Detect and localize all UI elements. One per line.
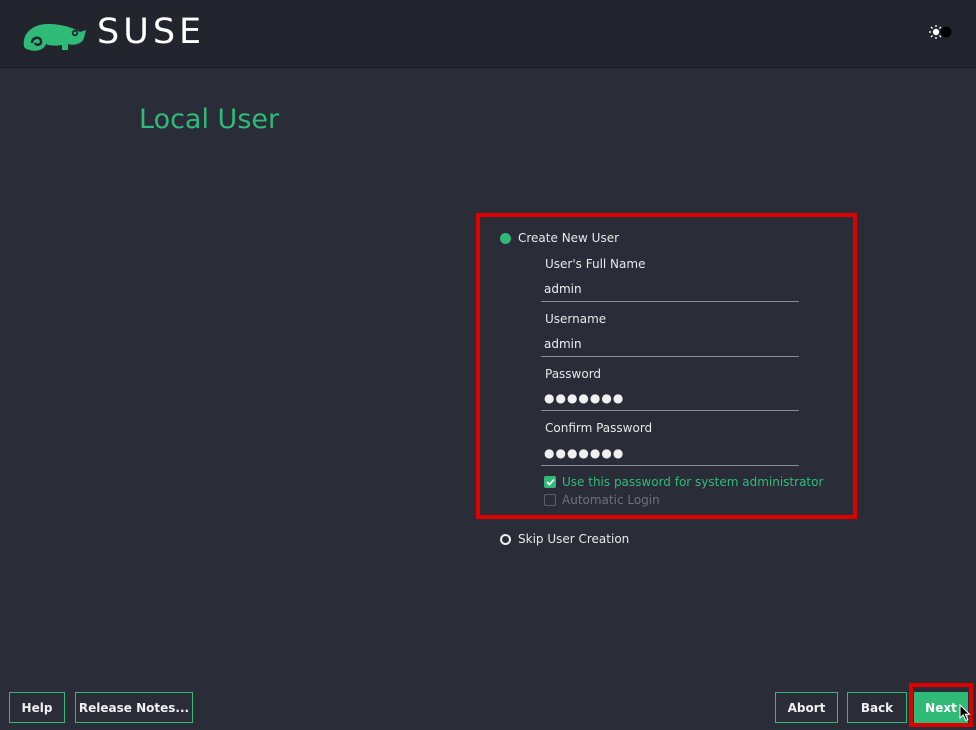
next-button[interactable]: Next — [914, 692, 968, 723]
help-button[interactable]: Help — [9, 692, 65, 723]
password-label: Password — [545, 367, 602, 381]
form-highlight-box — [476, 213, 857, 519]
page-title: Local User — [139, 104, 280, 135]
skip-user-creation-radio[interactable]: Skip User Creation — [500, 532, 629, 546]
back-button[interactable]: Back — [847, 692, 907, 723]
full-name-label: User's Full Name — [545, 257, 646, 271]
full-name-input[interactable] — [541, 276, 799, 301]
radio-unselected-icon — [500, 533, 511, 545]
use-for-admin-checkbox[interactable]: Use this password for system administrat… — [544, 475, 823, 489]
password-input[interactable] — [541, 385, 799, 410]
password-field-wrap — [541, 385, 799, 411]
automatic-login-checkbox[interactable]: Automatic Login — [544, 493, 660, 507]
full-name-field-wrap — [541, 276, 799, 302]
create-new-user-radio[interactable]: Create New User — [500, 231, 619, 245]
automatic-login-label: Automatic Login — [562, 493, 660, 507]
radio-selected-icon — [500, 232, 511, 244]
checkbox-checked-icon — [544, 476, 556, 488]
confirm-password-label: Confirm Password — [545, 421, 653, 435]
brand-name: SUSE — [97, 12, 206, 52]
release-notes-button[interactable]: Release Notes... — [75, 692, 193, 723]
username-field-wrap — [541, 331, 799, 357]
abort-button[interactable]: Abort — [775, 692, 838, 723]
theme-toggle-icon[interactable] — [929, 24, 953, 40]
username-label: Username — [545, 312, 607, 326]
top-bar: SUSE — [0, 0, 976, 68]
checkbox-unchecked-icon — [544, 494, 556, 506]
confirm-password-input[interactable] — [541, 440, 799, 465]
suse-chameleon-logo-icon — [23, 24, 86, 51]
skip-user-creation-label: Skip User Creation — [518, 532, 630, 546]
username-input[interactable] — [541, 331, 799, 356]
create-new-user-label: Create New User — [518, 231, 620, 245]
confirm-password-field-wrap — [541, 440, 799, 466]
use-for-admin-label: Use this password for system administrat… — [562, 475, 824, 489]
